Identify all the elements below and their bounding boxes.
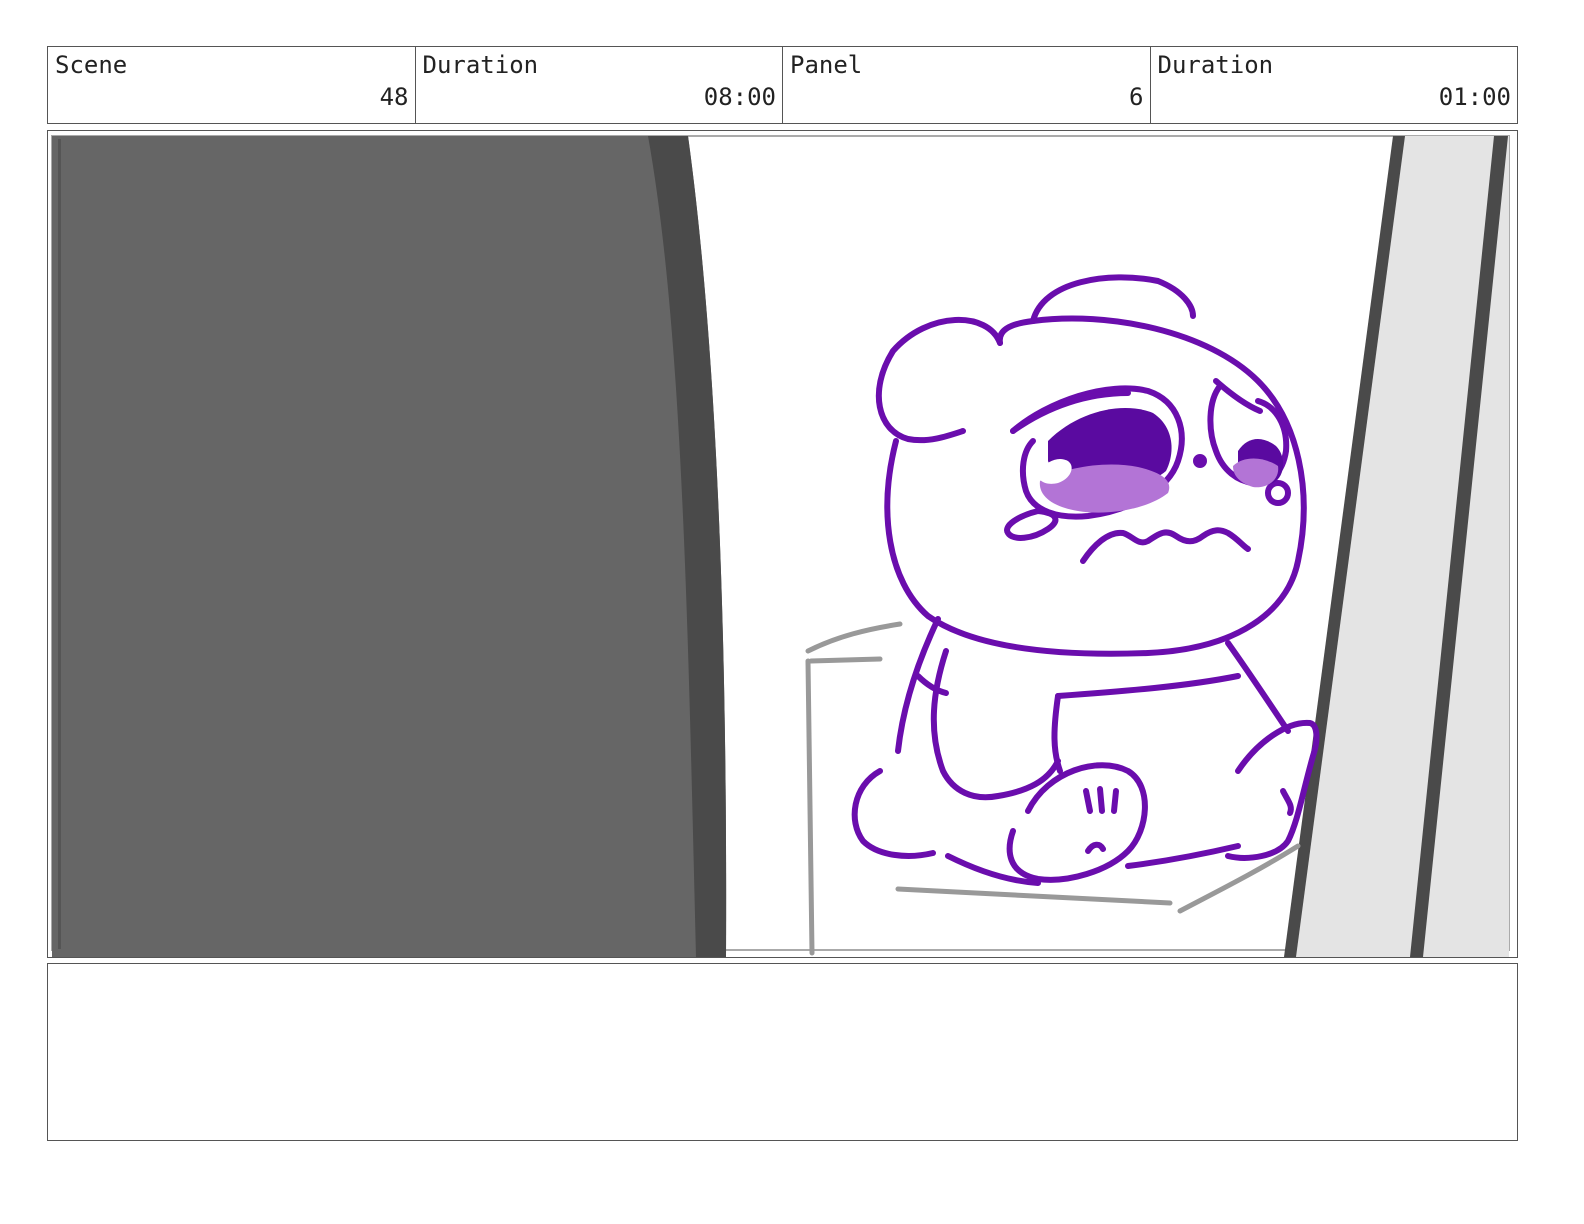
panel-value: 6 — [1129, 83, 1144, 111]
panel-duration-label: Duration — [1157, 51, 1274, 79]
panel-notes-area[interactable] — [47, 963, 1518, 1141]
scene-duration-label: Duration — [422, 51, 539, 79]
door-inner-line — [58, 139, 61, 949]
nose — [1193, 454, 1207, 468]
scene-label: Scene — [55, 51, 128, 79]
scene-duration-cell: Duration 08:00 — [416, 47, 783, 123]
scene-cell: Scene 48 — [48, 47, 416, 123]
panel-header: Scene 48 Duration 08:00 Panel 6 Duration… — [47, 46, 1518, 124]
scene-duration-value: 08:00 — [703, 83, 776, 111]
storyboard-panel-image — [47, 130, 1518, 958]
panel-duration-cell: Duration 01:00 — [1151, 47, 1518, 123]
panel-label: Panel — [790, 51, 863, 79]
scene-value: 48 — [379, 83, 409, 111]
storyboard-drawing — [51, 135, 1510, 957]
panel-duration-value: 01:00 — [1438, 83, 1511, 111]
panel-cell: Panel 6 — [783, 47, 1151, 123]
dark-door-shape — [52, 136, 727, 957]
